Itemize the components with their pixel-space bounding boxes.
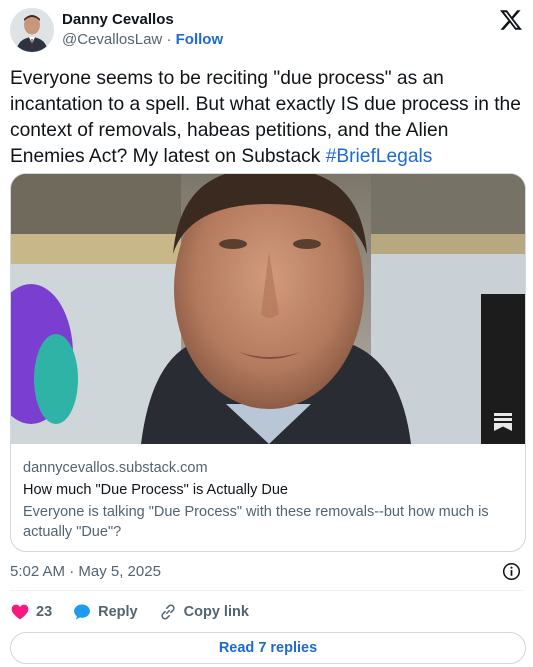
reply-bubble-icon (74, 604, 91, 620)
read-replies-button[interactable]: Read 7 replies (10, 632, 526, 664)
author-block: Danny Cevallos @CevallosLaw · Follow (62, 10, 223, 50)
avatar[interactable] (10, 8, 54, 52)
link-card[interactable]: dannycevallos.substack.com How much "Due… (10, 173, 526, 552)
card-title: How much "Due Process" is Actually Due (23, 482, 288, 498)
hashtag-link[interactable]: #BriefLegals (326, 146, 433, 167)
author-handle[interactable]: @CevallosLaw (62, 31, 162, 48)
action-bar: 23 Reply Copy link (10, 601, 269, 623)
heart-icon (11, 604, 29, 620)
link-icon (161, 604, 175, 620)
tweet-header: Danny Cevallos @CevallosLaw · Follow (10, 6, 523, 54)
author-name[interactable]: Danny Cevallos (62, 10, 223, 30)
card-domain: dannycevallos.substack.com (23, 460, 208, 476)
tweet-body: Everyone seems to be reciting "due proce… (10, 68, 521, 167)
reply-label: Reply (98, 604, 138, 620)
follow-button[interactable]: Follow (176, 31, 224, 48)
card-image[interactable] (11, 174, 525, 444)
tweet-text: Everyone seems to be reciting "due proce… (10, 66, 522, 170)
copy-link-button[interactable]: Copy link (158, 602, 249, 622)
tweet-timestamp[interactable]: 5:02 AM · May 5, 2025 (10, 562, 161, 582)
copy-link-label: Copy link (183, 604, 249, 620)
like-button[interactable]: 23 (10, 602, 52, 622)
bookmark-icon[interactable] (493, 412, 513, 432)
like-count: 23 (36, 604, 53, 620)
handle-separator: · (162, 31, 176, 48)
reply-button[interactable]: Reply (72, 602, 138, 622)
divider (10, 590, 523, 591)
author-subline: @CevallosLaw · Follow (62, 30, 223, 50)
card-meta: dannycevallos.substack.com How much "Due… (11, 444, 525, 542)
info-icon[interactable] (502, 562, 521, 581)
x-logo-icon[interactable] (499, 8, 523, 32)
card-description: Everyone is talking "Due Process" with t… (23, 504, 489, 540)
